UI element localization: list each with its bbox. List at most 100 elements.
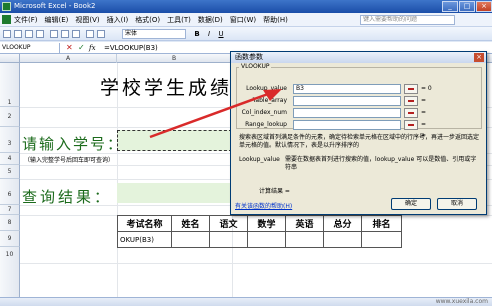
input-hint: （输入完整学号后回车即可查询） [24, 157, 115, 164]
function-description: 搜索表区域首列满足条件的元素，确定待检索单元格在区域中的行序号，再进一步返回选定… [239, 134, 480, 149]
arg-label: Lookup_value [246, 85, 287, 92]
insert-function-icon[interactable]: fx [89, 43, 96, 53]
row-header-4[interactable]: 4 [0, 153, 20, 165]
range-lookup-input[interactable] [293, 120, 401, 130]
calc-result: 计算结果 = [259, 188, 290, 195]
toolbar: 宋体 B I U [0, 27, 492, 41]
column-header-b[interactable]: B [117, 54, 232, 63]
menu-help[interactable]: 帮助(H) [263, 15, 288, 25]
collapse-dialog-icon[interactable] [404, 84, 418, 94]
table-cell[interactable] [171, 231, 210, 248]
gridline [20, 263, 492, 264]
header-math: 数学 [247, 215, 286, 232]
arg-lookup-value: Lookup_value B3 = 0 [241, 84, 483, 95]
bold-button[interactable]: B [192, 29, 202, 39]
menu-insert[interactable]: 插入(I) [107, 15, 129, 25]
watermark: www.xuexila.com [435, 298, 488, 305]
arg-range-lookup: Range_lookup = [241, 120, 483, 131]
minimize-button[interactable]: _ [442, 1, 458, 12]
table-cell-formula[interactable]: OKUP(B3) [117, 231, 172, 248]
font-name-select[interactable]: 宋体 [122, 29, 186, 39]
paste-icon[interactable] [72, 30, 80, 38]
cancel-button[interactable]: 取消 [437, 198, 477, 210]
menu-tools[interactable]: 工具(T) [167, 15, 191, 25]
table-array-input[interactable] [293, 96, 401, 106]
sum-icon[interactable] [97, 30, 105, 38]
row-header-7[interactable]: 7 [0, 205, 20, 215]
collapse-dialog-icon[interactable] [404, 96, 418, 106]
print-icon[interactable] [36, 30, 44, 38]
collapse-dialog-icon[interactable] [404, 108, 418, 118]
column-header-a[interactable]: A [20, 54, 117, 63]
function-name: VLOOKUP [239, 63, 272, 70]
row-header-10[interactable]: 10 [0, 247, 20, 301]
copy-icon[interactable] [61, 30, 69, 38]
result-label: 查询结果： [22, 188, 113, 206]
menu-file[interactable]: 文件(F) [14, 15, 38, 25]
function-help-link[interactable]: 有关该函数的帮助(H) [235, 201, 292, 210]
formula-input[interactable]: =VLOOKUP(B3) [104, 43, 158, 53]
table-cell[interactable] [285, 231, 324, 248]
table-cell[interactable] [323, 231, 362, 248]
row-header-5[interactable]: 5 [0, 165, 20, 179]
title-bar: Microsoft Excel - Book2 _ □ × [0, 0, 492, 13]
table-cell[interactable] [247, 231, 286, 248]
save-icon[interactable] [25, 30, 33, 38]
lookup-value-input[interactable]: B3 [293, 84, 401, 94]
selection-marquee [117, 130, 232, 151]
new-file-icon[interactable] [3, 30, 11, 38]
dialog-close-button[interactable]: × [474, 53, 484, 62]
open-file-icon[interactable] [14, 30, 22, 38]
select-all-corner[interactable] [0, 54, 20, 63]
table-cell[interactable] [361, 231, 402, 248]
arg-col-index-num: Col_index_num = [241, 108, 483, 119]
row-header-8[interactable]: 8 [0, 215, 20, 231]
row-header-1[interactable]: 1 [0, 63, 20, 107]
menu-view[interactable]: 视图(V) [75, 15, 99, 25]
menu-data[interactable]: 数据(D) [198, 15, 223, 25]
italic-button[interactable]: I [204, 29, 214, 39]
cut-icon[interactable] [50, 30, 58, 38]
result-cell-b6[interactable] [117, 183, 232, 203]
parameter-name: Lookup_value [239, 156, 280, 163]
arg-result: = [421, 109, 427, 116]
row-header-9[interactable]: 9 [0, 231, 20, 247]
menu-window[interactable]: 窗口(W) [230, 15, 256, 25]
workbook-icon [2, 15, 11, 24]
row-header-3[interactable]: 3 [0, 127, 20, 153]
window-title: Microsoft Excel - Book2 [14, 2, 96, 10]
header-student-name: 姓名 [171, 215, 210, 232]
close-window-button[interactable]: × [476, 1, 492, 12]
arg-label: Table_array [252, 97, 287, 104]
header-total: 总分 [323, 215, 362, 232]
header-english: 英语 [285, 215, 324, 232]
enter-formula-icon[interactable]: ✓ [78, 43, 85, 53]
menu-format[interactable]: 格式(O) [135, 15, 160, 25]
arg-result: = [421, 121, 427, 128]
undo-icon[interactable] [86, 30, 94, 38]
ok-button[interactable]: 确定 [391, 198, 431, 210]
status-bar: www.xuexila.com [0, 297, 492, 306]
help-search-input[interactable]: 键入需要帮助的问题 [360, 15, 455, 25]
arg-result: = 0 [421, 85, 432, 92]
sheet-title: 学校学生成绩 [100, 77, 233, 99]
arg-result: = [421, 97, 427, 104]
underline-button[interactable]: U [216, 29, 226, 39]
row-header-6[interactable]: 6 [0, 179, 20, 205]
menu-edit[interactable]: 编辑(E) [45, 15, 69, 25]
col-index-num-input[interactable] [293, 108, 401, 118]
name-box[interactable]: VLOOKUP [0, 43, 60, 53]
function-arguments-dialog: 函数参数 × VLOOKUP Lookup_value B3 = 0 Table… [230, 51, 487, 215]
arg-table-array: Table_array = [241, 96, 483, 107]
maximize-button[interactable]: □ [459, 1, 475, 12]
collapse-dialog-icon[interactable] [404, 120, 418, 130]
menu-bar: 文件(F) 编辑(E) 视图(V) 插入(I) 格式(O) 工具(T) 数据(D… [0, 13, 492, 27]
cancel-formula-icon[interactable]: ✕ [66, 43, 73, 53]
arg-label: Range_lookup [245, 121, 287, 128]
header-exam-name: 考试名称 [117, 215, 172, 232]
parameter-help: 需要在数据表首列进行搜索的值，lookup_value 可以是数值、引用或字符串 [285, 156, 477, 171]
student-id-label: 请输入学号： [22, 135, 125, 153]
table-cell[interactable] [209, 231, 248, 248]
excel-window: Microsoft Excel - Book2 _ □ × 文件(F) 编辑(E… [0, 0, 492, 306]
row-header-2[interactable]: 2 [0, 107, 20, 127]
